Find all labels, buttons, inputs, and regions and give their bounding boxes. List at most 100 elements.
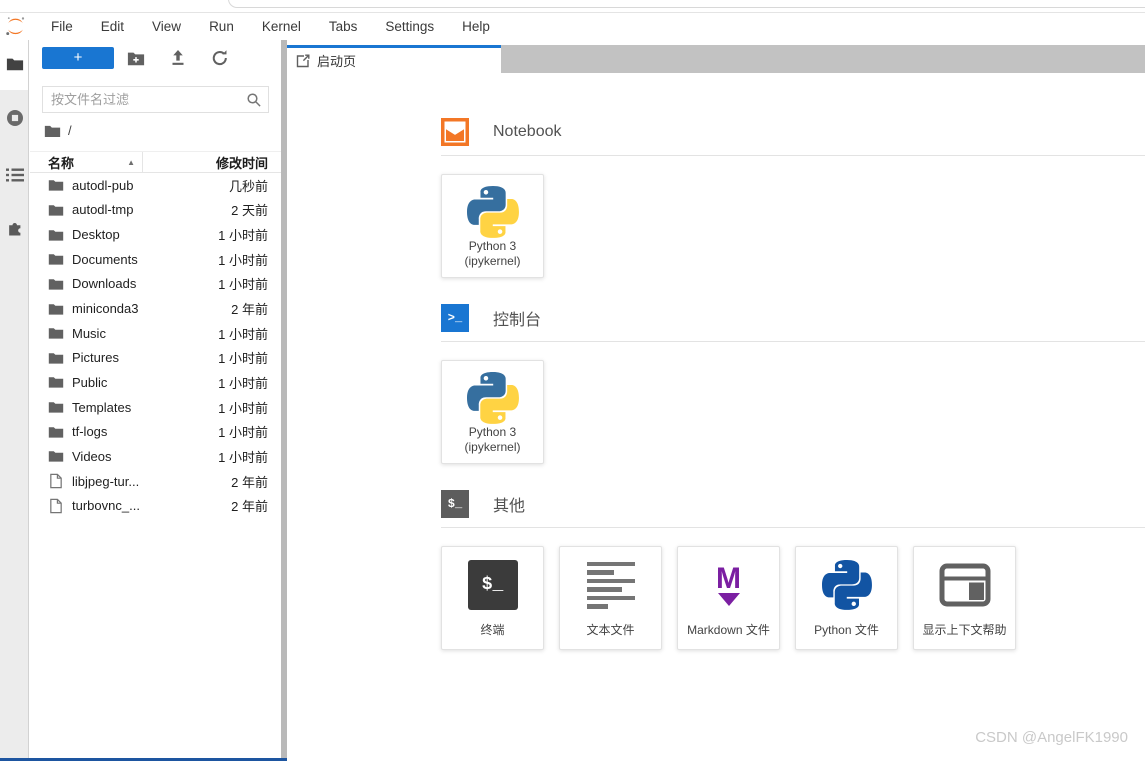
file-name: Music xyxy=(72,325,106,341)
new-folder-icon[interactable] xyxy=(127,49,145,67)
file-name: autodl-pub xyxy=(72,177,134,193)
folder-icon xyxy=(48,303,64,315)
card-row: Python 3 (ipykernel) xyxy=(441,174,1145,278)
python-logo-icon xyxy=(466,186,519,238)
file-modified: 1 小时前 xyxy=(218,326,268,342)
file-name: Documents xyxy=(72,251,138,267)
file-row[interactable]: Documents 1 小时前 xyxy=(30,247,281,272)
menu-file[interactable]: File xyxy=(37,19,87,34)
file-row[interactable]: autodl-tmp 2 天前 xyxy=(30,198,281,223)
menu-view[interactable]: View xyxy=(138,19,195,34)
section-notebook: Notebook Python 3 (ipykernel) xyxy=(441,118,1145,278)
file-name: Pictures xyxy=(72,350,119,366)
card-row: Python 3 (ipykernel) xyxy=(441,360,1145,464)
launcher: Notebook Python 3 (ipykernel) >_ 控制台 Pyt… xyxy=(287,73,1145,761)
section-console: >_ 控制台 Python 3 (ipykernel) xyxy=(441,304,1145,464)
breadcrumb-root[interactable]: / xyxy=(68,123,72,138)
menu-run[interactable]: Run xyxy=(195,19,248,34)
card-contextual-help[interactable]: 显示上下文帮助 xyxy=(913,546,1016,650)
file-name: turbovnc_... xyxy=(72,498,140,514)
file-filter xyxy=(42,86,269,113)
file-modified: 2 年前 xyxy=(231,474,268,490)
column-name[interactable]: 名称 ▲ xyxy=(30,152,143,172)
card-python-file[interactable]: Python 文件 xyxy=(795,546,898,650)
extension-manager-icon[interactable] xyxy=(6,218,24,236)
console-icon: >_ xyxy=(441,304,469,332)
sort-ascending-icon: ▲ xyxy=(127,157,135,167)
file-row[interactable]: turbovnc_... 2 年前 xyxy=(30,493,281,518)
watermark: CSDN @AngelFK1990 xyxy=(975,729,1128,746)
terminal-icon: $_ xyxy=(441,490,469,518)
running-kernels-icon[interactable] xyxy=(6,109,24,127)
table-of-contents-icon[interactable] xyxy=(6,166,24,184)
file-row[interactable]: Downloads 1 小时前 xyxy=(30,272,281,297)
folder-icon xyxy=(48,328,64,339)
card-python3-notebook[interactable]: Python 3 (ipykernel) xyxy=(441,174,544,278)
file-list-header: 名称 ▲ 修改时间 xyxy=(30,151,281,173)
file-filter-input[interactable] xyxy=(42,86,269,113)
activity-bar xyxy=(0,40,29,758)
file-row[interactable]: Desktop 1 小时前 xyxy=(30,222,281,247)
file-row[interactable]: Music 1 小时前 xyxy=(30,321,281,346)
section-title: Notebook xyxy=(493,123,562,140)
folder-icon xyxy=(48,451,64,462)
folder-icon xyxy=(48,229,64,241)
menu-kernel[interactable]: Kernel xyxy=(248,19,315,34)
card-terminal[interactable]: $_ 终端 xyxy=(441,546,544,650)
card-text-file[interactable]: 文本文件 xyxy=(559,546,662,650)
file-name: Templates xyxy=(72,399,132,415)
file-modified: 1 小时前 xyxy=(218,277,268,293)
file-modified: 2 年前 xyxy=(231,302,268,318)
file-row[interactable]: Public 1 小时前 xyxy=(30,370,281,395)
markdown-icon: M xyxy=(716,558,741,612)
column-modified[interactable]: 修改时间 xyxy=(143,153,281,172)
file-row[interactable]: tf-logs 1 小时前 xyxy=(30,419,281,444)
refresh-icon[interactable] xyxy=(211,49,229,67)
menu-tabs[interactable]: Tabs xyxy=(315,19,372,34)
card-python3-console[interactable]: Python 3 (ipykernel) xyxy=(441,360,544,464)
file-row[interactable]: libjpeg-tur... 2 年前 xyxy=(30,469,281,494)
file-modified: 2 天前 xyxy=(231,203,268,219)
card-label: Markdown 文件 xyxy=(687,623,770,637)
menu-edit[interactable]: Edit xyxy=(87,19,138,34)
folder-icon xyxy=(48,352,64,364)
folder-icon xyxy=(48,180,64,191)
tab-label: 启动页 xyxy=(317,54,357,69)
file-modified: 1 小时前 xyxy=(218,228,268,244)
section-title: 其他 xyxy=(493,498,526,515)
file-browser-panel: + / 名称 ▲ 修改时间 xyxy=(30,40,281,758)
file-modified: 1 小时前 xyxy=(218,351,268,367)
python-file-icon xyxy=(821,560,872,610)
tab-launcher[interactable]: 启动页 xyxy=(287,45,501,73)
file-row[interactable]: Templates 1 小时前 xyxy=(30,395,281,420)
card-label: 显示上下文帮助 xyxy=(922,623,1007,637)
folder-icon xyxy=(48,426,64,438)
card-label: Python 文件 xyxy=(814,623,879,637)
tab-bar: 启动页 xyxy=(287,40,1145,73)
section-other: $_ 其他 $_ 终端 文本文件 M Markdown 文件 Python 文件… xyxy=(441,490,1145,650)
menu-settings[interactable]: Settings xyxy=(371,19,448,34)
file-modified: 1 小时前 xyxy=(218,449,268,465)
file-icon xyxy=(50,473,62,489)
folder-icon xyxy=(48,205,64,216)
file-row[interactable]: Pictures 1 小时前 xyxy=(30,345,281,370)
file-name: Downloads xyxy=(72,276,137,292)
file-name: tf-logs xyxy=(72,424,108,440)
file-name: Desktop xyxy=(72,227,120,243)
card-markdown-file[interactable]: M Markdown 文件 xyxy=(677,546,780,650)
file-row[interactable]: Videos 1 小时前 xyxy=(30,444,281,469)
column-name-label: 名称 xyxy=(48,155,75,171)
file-modified: 几秒前 xyxy=(228,178,268,194)
file-modified: 1 小时前 xyxy=(218,425,268,441)
file-name: Videos xyxy=(72,448,112,464)
file-row[interactable]: autodl-pub 几秒前 xyxy=(30,173,281,198)
file-modified: 2 年前 xyxy=(231,499,268,515)
file-modified: 1 小时前 xyxy=(218,252,268,268)
upload-icon[interactable] xyxy=(169,49,187,67)
menu-help[interactable]: Help xyxy=(448,19,504,34)
new-launcher-button[interactable]: + xyxy=(42,46,114,69)
file-browser-icon[interactable] xyxy=(6,55,24,73)
home-folder-icon[interactable] xyxy=(44,124,61,138)
file-name: Public xyxy=(72,374,108,390)
file-row[interactable]: miniconda3 2 年前 xyxy=(30,296,281,321)
